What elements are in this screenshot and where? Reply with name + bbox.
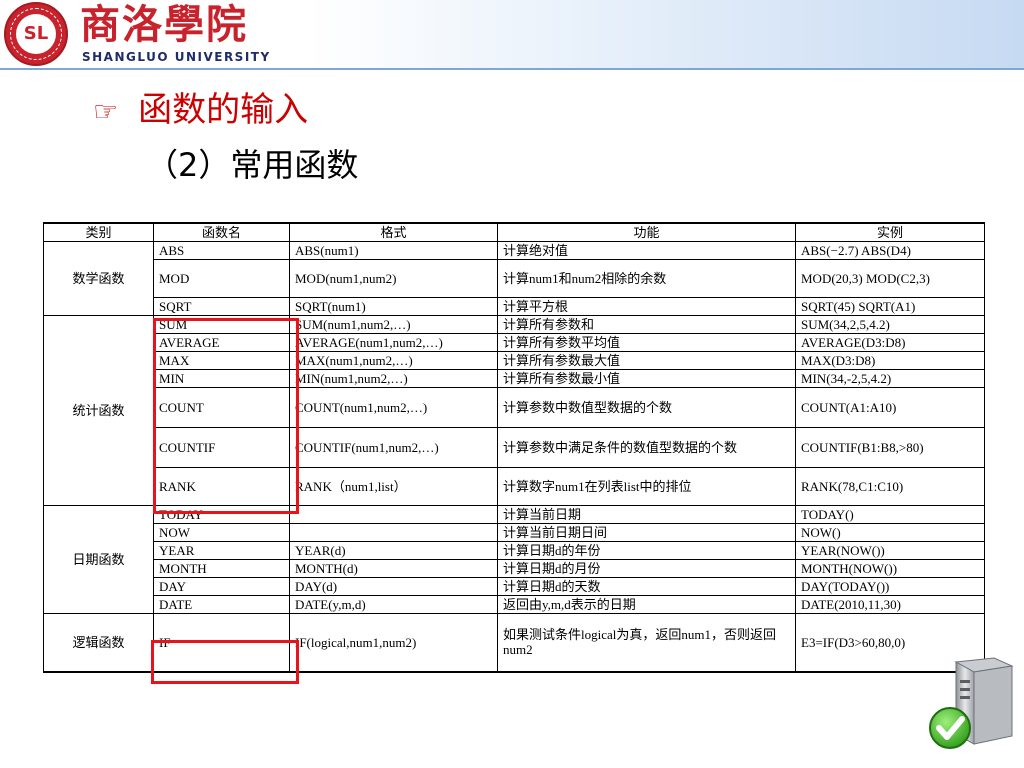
- category-cell: 逻辑函数: [43, 613, 154, 673]
- example-cell: SUM(34,2,5,4.2): [795, 315, 985, 334]
- description-cell: 计算所有参数最小值: [497, 369, 796, 388]
- example-cell: COUNTIF(B1:B8,>80): [795, 427, 985, 468]
- table-row: 数学函数 ABS ABS(num1) 计算绝对值 ABS(−2.7) ABS(D4): [43, 241, 985, 316]
- example-cell: MIN(34,-2,5,4.2): [795, 369, 985, 388]
- example-cell: DATE(2010,11,30): [795, 595, 985, 614]
- highlight-box-if: [151, 640, 299, 684]
- function-name-cell: NOW: [153, 523, 290, 542]
- description-cell: 计算当前日期日间: [497, 523, 796, 542]
- format-cell: MIN(num1,num2,…): [289, 369, 498, 388]
- description-cell: 计算数字num1在列表list中的排位: [497, 467, 796, 506]
- description-cell: 如果测试条件logical为真，返回num1，否则返回num2: [497, 613, 796, 673]
- function-name-cell: DATE: [153, 595, 290, 614]
- category-cell: 统计函数: [43, 315, 154, 506]
- function-name-cell: MOD: [153, 259, 290, 298]
- format-cell: IF(logical,num1,num2): [289, 613, 498, 673]
- description-cell: 计算日期d的月份: [497, 559, 796, 578]
- example-cell: YEAR(NOW()): [795, 541, 985, 560]
- column-header: 实例: [795, 222, 985, 242]
- table-row: DAY DAY(d) 计算日期d的天数 DAY(TODAY()): [44, 577, 985, 596]
- function-name-cell: YEAR: [153, 541, 290, 560]
- slide-title: ☞ 函数的输入: [93, 88, 308, 134]
- pointing-hand-icon: ☞: [93, 94, 119, 128]
- format-cell: RANK（num1,list）: [289, 467, 498, 506]
- column-header: 函数名: [153, 222, 290, 242]
- format-cell: SUM(num1,num2,…): [289, 315, 498, 334]
- description-cell: 计算所有参数和: [497, 315, 796, 334]
- example-cell: MONTH(NOW()): [795, 559, 985, 578]
- university-name-en: SHANGLUO UNIVERSITY: [82, 50, 271, 64]
- function-name-cell: MONTH: [153, 559, 290, 578]
- header-divider: [0, 68, 1024, 70]
- format-cell: ABS(num1): [289, 241, 498, 260]
- format-cell: COUNT(num1,num2,…): [289, 387, 498, 428]
- format-cell: YEAR(d): [289, 541, 498, 560]
- table-row: NOW 计算当前日期日间 NOW(): [44, 523, 985, 542]
- description-cell: 计算当前日期: [497, 505, 796, 524]
- description-cell: 计算日期d的年份: [497, 541, 796, 560]
- example-cell: ABS(−2.7) ABS(D4): [795, 241, 985, 260]
- format-cell: COUNTIF(num1,num2,…): [289, 427, 498, 468]
- format-cell: MAX(num1,num2,…): [289, 351, 498, 370]
- format-cell: AVERAGE(num1,num2,…): [289, 333, 498, 352]
- description-cell: 计算日期d的天数: [497, 577, 796, 596]
- description-cell: 计算参数中数值型数据的个数: [497, 387, 796, 428]
- function-name-cell: ABS: [153, 241, 290, 260]
- format-cell: [289, 505, 498, 524]
- description-cell: 计算所有参数平均值: [497, 333, 796, 352]
- description-cell: 计算平方根: [497, 297, 796, 316]
- highlight-box-function-names: [153, 318, 299, 514]
- header-banner: SL 商洛學院 SHANGLUO UNIVERSITY: [0, 0, 1024, 70]
- description-cell: 计算参数中满足条件的数值型数据的个数: [497, 427, 796, 468]
- example-cell: RANK(78,C1:C10): [795, 467, 985, 506]
- logo-monogram: SL: [16, 14, 56, 54]
- example-cell: COUNT(A1:A10): [795, 387, 985, 428]
- format-cell: DAY(d): [289, 577, 498, 596]
- format-cell: [289, 523, 498, 542]
- column-header: 格式: [289, 222, 498, 242]
- university-logo: SL: [4, 2, 68, 66]
- description-cell: 计算所有参数最大值: [497, 351, 796, 370]
- example-cell: AVERAGE(D3:D8): [795, 333, 985, 352]
- example-cell: TODAY(): [795, 505, 985, 524]
- table-row: DATE DATE(y,m,d) 返回由y,m,d表示的日期 DATE(2010,11…: [44, 595, 985, 614]
- server-check-icon: [929, 657, 1014, 749]
- function-name-cell: DAY: [153, 577, 290, 596]
- example-cell: SQRT(45) SQRT(A1): [795, 297, 985, 316]
- table-row: YEAR YEAR(d) 计算日期d的年份 YEAR(NOW()): [44, 541, 985, 560]
- example-cell: MAX(D3:D8): [795, 351, 985, 370]
- category-cell: 日期函数: [43, 505, 154, 614]
- format-cell: DATE(y,m,d): [289, 595, 498, 614]
- slide-title-text: 函数的输入: [138, 90, 309, 130]
- format-cell: MONTH(d): [289, 559, 498, 578]
- table-header-row: 类别 函数名 格式 功能 实例: [43, 222, 985, 242]
- format-cell: SQRT(num1): [289, 297, 498, 316]
- university-name-cn: 商洛學院: [80, 1, 248, 48]
- function-name-cell: SQRT: [153, 297, 290, 316]
- table-row: MOD MOD(num1,num2) 计算num1和num2相除的余数 MOD(20,…: [44, 259, 985, 298]
- description-cell: 计算绝对值: [497, 241, 796, 260]
- table-row: SQRT SQRT(num1) 计算平方根 SQRT(45) SQRT(A1): [44, 297, 985, 316]
- column-header: 功能: [497, 222, 796, 242]
- category-cell: 数学函数: [43, 241, 154, 316]
- description-cell: 计算num1和num2相除的余数: [497, 259, 796, 298]
- format-cell: MOD(num1,num2): [289, 259, 498, 298]
- example-cell: NOW(): [795, 523, 985, 542]
- example-cell: DAY(TODAY()): [795, 577, 985, 596]
- table-row: MONTH MONTH(d) 计算日期d的月份 MONTH(NOW()): [44, 559, 985, 578]
- slide-subtitle: （2）常用函数: [146, 146, 359, 184]
- description-cell: 返回由y,m,d表示的日期: [497, 595, 796, 614]
- column-header: 类别: [43, 222, 154, 242]
- example-cell: MOD(20,3) MOD(C2,3): [795, 259, 985, 298]
